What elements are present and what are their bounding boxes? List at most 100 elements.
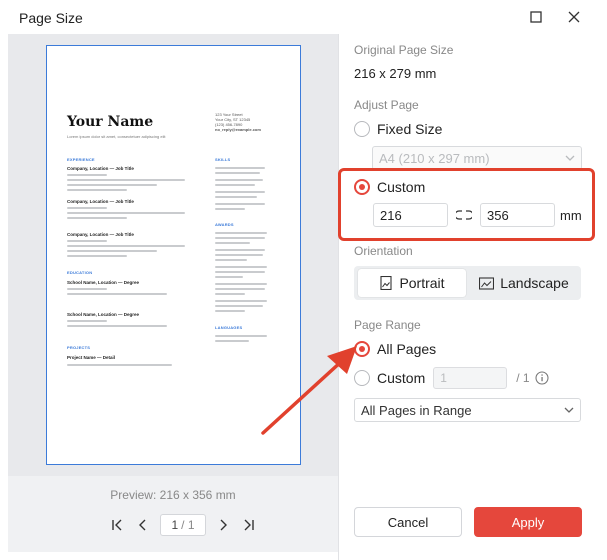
text-line — [67, 255, 127, 257]
languages-heading: LANGUAGES — [215, 325, 243, 330]
dialog-title: Page Size — [19, 10, 83, 26]
custom-size-label: Custom — [377, 179, 426, 195]
fixed-size-select[interactable]: A4 (210 x 297 mm) — [372, 146, 582, 170]
text-line — [215, 232, 267, 234]
all-pages-radio[interactable] — [354, 341, 370, 357]
text-line — [215, 293, 245, 295]
resume-contact: 123 Your Street Your City, ST 12345 (123… — [215, 112, 261, 132]
custom-size-radio[interactable] — [354, 179, 370, 195]
text-line — [215, 203, 265, 205]
text-line — [67, 174, 107, 176]
custom-range-total: / 1 — [516, 371, 530, 385]
close-button[interactable] — [561, 6, 587, 28]
portrait-image-icon — [380, 276, 392, 290]
maximize-button[interactable] — [523, 6, 549, 28]
landscape-image-icon — [479, 276, 495, 290]
text-line — [215, 283, 267, 285]
text-line — [215, 266, 267, 268]
text-line — [215, 191, 265, 193]
text-line — [67, 179, 185, 181]
custom-range-radio-row: Custom 1 / 1 — [354, 367, 549, 389]
first-page-button[interactable] — [104, 514, 130, 536]
original-size-value: 216 x 279 mm — [354, 66, 437, 81]
text-line — [67, 189, 127, 191]
orientation-label: Orientation — [354, 244, 413, 258]
range-select[interactable]: All Pages in Range — [354, 398, 581, 422]
chevron-left-icon — [139, 519, 146, 531]
page-preview: Your Name Lorem ipsum dolor sit amet, co… — [46, 45, 301, 465]
link-ratio-button[interactable] — [448, 210, 480, 220]
resume-tagline: Lorem ipsum dolor sit amet, consectetuer… — [67, 134, 166, 139]
skills-heading: SKILLS — [215, 157, 231, 162]
education-item: School Name, Location — Degree — [67, 312, 140, 317]
education-item: School Name, Location — Degree — [67, 280, 140, 285]
text-line — [215, 172, 260, 174]
fixed-size-radio[interactable] — [354, 121, 370, 137]
landscape-button[interactable]: Landscape — [470, 269, 578, 297]
text-line — [215, 196, 257, 198]
text-line — [215, 310, 245, 312]
chevron-down-icon — [564, 407, 574, 413]
page-range-label: Page Range — [354, 318, 421, 332]
next-page-button[interactable] — [210, 514, 236, 536]
text-line — [67, 250, 157, 252]
last-page-button[interactable] — [236, 514, 262, 536]
preview-pane: Your Name Lorem ipsum dolor sit amet, co… — [8, 34, 338, 552]
last-page-icon — [244, 519, 254, 531]
previous-page-button[interactable] — [130, 514, 156, 536]
apply-button[interactable]: Apply — [474, 507, 582, 537]
page-number-input[interactable]: 1/ 1 — [160, 514, 206, 536]
title-bar: Page Size — [0, 0, 607, 34]
text-line — [215, 208, 245, 210]
unit-label: mm — [560, 207, 582, 223]
text-line — [215, 179, 263, 181]
page-navigator: 1/ 1 — [104, 514, 262, 536]
cancel-button[interactable]: Cancel — [354, 507, 462, 537]
experience-item: Company, Location — Job Title — [67, 232, 134, 237]
text-line — [67, 288, 107, 290]
all-pages-radio-row[interactable]: All Pages — [354, 339, 436, 359]
text-line — [215, 254, 263, 256]
custom-range-radio[interactable] — [354, 370, 370, 386]
height-input[interactable]: 356 — [480, 203, 555, 227]
pane-divider — [338, 34, 339, 560]
preview-footer: Preview: 216 x 356 mm 1/ 1 — [8, 476, 338, 552]
awards-heading: AWARDS — [215, 222, 234, 227]
close-icon — [568, 11, 580, 23]
chevron-down-icon — [565, 155, 575, 161]
maximize-icon — [530, 11, 542, 23]
fixed-size-radio-row[interactable]: Fixed Size — [354, 119, 442, 139]
custom-range-input[interactable]: 1 — [433, 367, 508, 389]
text-line — [215, 242, 250, 244]
link-icon — [456, 210, 472, 220]
projects-heading: PROJECTS — [67, 345, 91, 350]
custom-size-radio-row[interactable]: Custom — [354, 177, 425, 197]
text-line — [67, 184, 157, 186]
chevron-right-icon — [220, 519, 227, 531]
text-line — [215, 249, 265, 251]
text-line — [215, 276, 243, 278]
portrait-button[interactable]: Portrait — [358, 269, 466, 297]
experience-item: Company, Location — Job Title — [67, 199, 134, 204]
orientation-toggle: Portrait Landscape — [354, 266, 581, 300]
text-line — [67, 364, 172, 366]
fixed-size-label: Fixed Size — [377, 121, 443, 137]
preview-area: Your Name Lorem ipsum dolor sit amet, co… — [8, 34, 338, 476]
all-pages-label: All Pages — [377, 341, 437, 357]
text-line — [215, 237, 265, 239]
text-line — [67, 240, 107, 242]
experience-item: Company, Location — Job Title — [67, 166, 134, 171]
text-line — [215, 340, 249, 342]
text-line — [215, 288, 265, 290]
text-line — [215, 184, 255, 186]
info-icon[interactable] — [535, 371, 549, 385]
original-size-label: Original Page Size — [354, 43, 454, 57]
width-input[interactable]: 216 — [373, 203, 448, 227]
text-line — [67, 320, 107, 322]
first-page-icon — [112, 519, 122, 531]
text-line — [67, 212, 185, 214]
text-line — [67, 245, 185, 247]
text-line — [215, 167, 265, 169]
custom-size-fields: 216 356 mm — [373, 203, 582, 227]
text-line — [67, 207, 107, 209]
